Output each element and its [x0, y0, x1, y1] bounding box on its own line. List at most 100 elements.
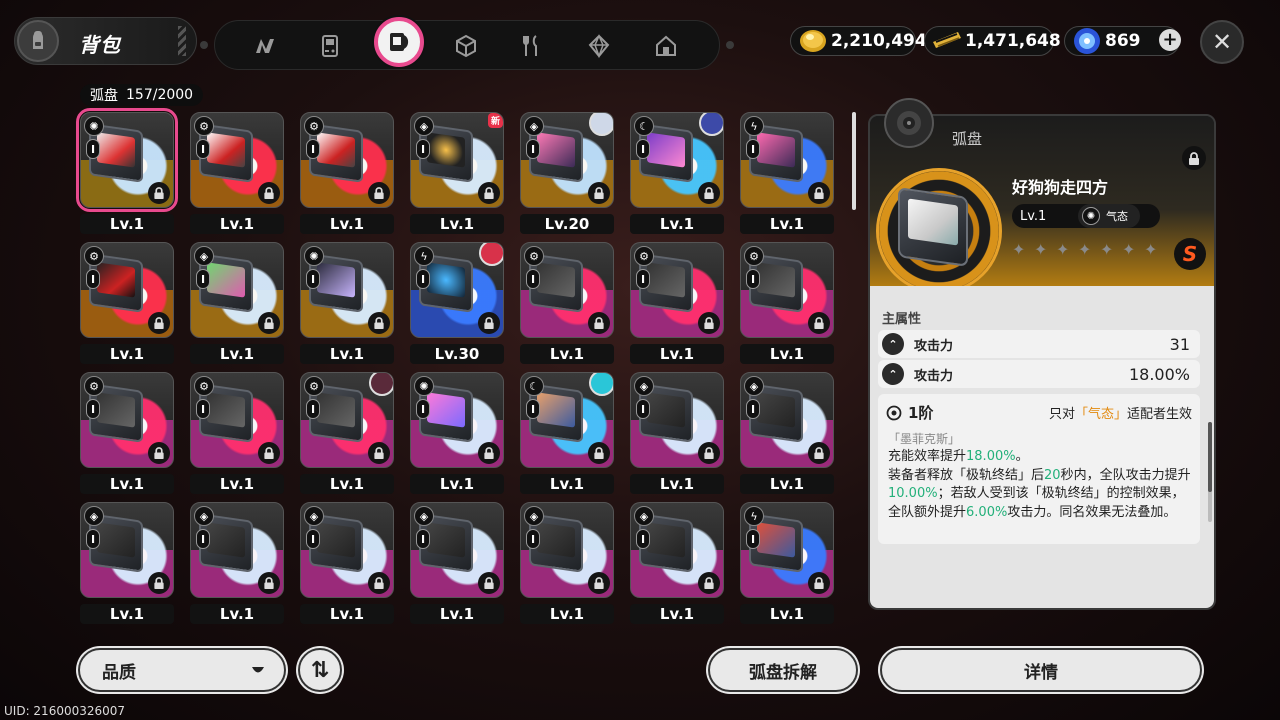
- disc-tile[interactable]: ⚙ I: [630, 242, 724, 338]
- lock-icon[interactable]: [698, 182, 720, 204]
- detail-scroll-thumb[interactable]: [1208, 422, 1212, 492]
- disc-card[interactable]: ⚙ I Lv.1: [296, 368, 396, 494]
- disc-card[interactable]: ◈ I Lv.1: [626, 368, 726, 494]
- lock-icon[interactable]: [588, 442, 610, 464]
- lock-icon[interactable]: [148, 312, 170, 334]
- tab-box[interactable]: [447, 27, 485, 65]
- disc-card[interactable]: ⚙ I Lv.1: [76, 238, 176, 364]
- lock-icon[interactable]: [258, 312, 280, 334]
- disc-tile[interactable]: ☾ I: [630, 112, 724, 208]
- details-button[interactable]: 详情: [880, 648, 1202, 692]
- lock-icon[interactable]: [258, 182, 280, 204]
- disc-card[interactable]: ϟ I Lv.1: [736, 108, 836, 234]
- disc-card[interactable]: ϟ I Lv.30: [406, 238, 506, 364]
- lock-icon[interactable]: [478, 442, 500, 464]
- lock-icon[interactable]: [588, 182, 610, 204]
- lock-icon[interactable]: [808, 312, 830, 334]
- disc-card[interactable]: ◈ I Lv.1: [736, 368, 836, 494]
- disc-tile[interactable]: ✺ I: [410, 372, 504, 468]
- lock-icon[interactable]: [258, 572, 280, 594]
- disc-tile[interactable]: ◈ I: [190, 502, 284, 598]
- close-button[interactable]: ✕: [1200, 20, 1244, 64]
- disc-card[interactable]: ✺ I Lv.1: [296, 238, 396, 364]
- disc-card[interactable]: ⚙ I Lv.1: [186, 368, 286, 494]
- disc-tile[interactable]: ϟI: [410, 242, 504, 338]
- lock-icon[interactable]: [368, 442, 390, 464]
- disc-tile[interactable]: ◈ I 新: [410, 112, 504, 208]
- tab-food[interactable]: [513, 27, 551, 65]
- lock-icon[interactable]: [808, 442, 830, 464]
- tab-disc[interactable]: [374, 17, 424, 67]
- detail-scrollbar[interactable]: [1208, 422, 1212, 522]
- disc-card[interactable]: ⚙ I Lv.1: [516, 238, 616, 364]
- disc-card[interactable]: ⚙ I Lv.1: [296, 108, 396, 234]
- sort-button[interactable]: ⇅: [298, 648, 342, 692]
- disc-tile[interactable]: ⚙ I: [300, 372, 394, 468]
- disc-card[interactable]: ◈ I Lv.1: [186, 498, 286, 624]
- lock-icon[interactable]: [148, 182, 170, 204]
- disc-tile[interactable]: ◈ I: [520, 502, 614, 598]
- lock-icon[interactable]: [698, 312, 720, 334]
- lock-icon[interactable]: [148, 442, 170, 464]
- disc-tile[interactable]: ⚙ I: [520, 242, 614, 338]
- lock-icon[interactable]: [698, 572, 720, 594]
- tab-material[interactable]: [580, 27, 618, 65]
- disc-tile[interactable]: ϟI: [740, 112, 834, 208]
- lock-icon[interactable]: [588, 572, 610, 594]
- disc-tile[interactable]: ◈ I: [630, 502, 724, 598]
- disc-tile[interactable]: ✺ I: [76, 108, 178, 212]
- grid-scroll-thumb[interactable]: [852, 112, 856, 210]
- lock-icon[interactable]: [368, 572, 390, 594]
- add-polychrome-button[interactable]: +: [1159, 29, 1181, 51]
- disc-card[interactable]: ◈ I Lv.1: [516, 498, 616, 624]
- disc-tile[interactable]: ◈ I: [80, 502, 174, 598]
- lock-icon[interactable]: [588, 312, 610, 334]
- dismantle-button[interactable]: 弧盘拆解: [708, 648, 858, 692]
- disc-card[interactable]: ✺ I Lv.1: [76, 108, 178, 234]
- disc-card[interactable]: ⚙ I Lv.1: [736, 238, 836, 364]
- lock-icon[interactable]: [368, 312, 390, 334]
- disc-tile[interactable]: ☾ I: [520, 372, 614, 468]
- lock-icon[interactable]: [808, 572, 830, 594]
- lock-icon[interactable]: [478, 572, 500, 594]
- disc-tile[interactable]: ◈ I: [520, 112, 614, 208]
- lock-icon[interactable]: [478, 312, 500, 334]
- disc-tile[interactable]: ϟI: [740, 502, 834, 598]
- disc-tile[interactable]: ⚙ I: [80, 242, 174, 338]
- disc-card[interactable]: ☾ I Lv.1: [626, 108, 726, 234]
- disc-card[interactable]: ϟ I Lv.1: [736, 498, 836, 624]
- tab-agent[interactable]: [246, 27, 284, 65]
- disc-card[interactable]: ◈ I Lv.1: [76, 498, 176, 624]
- lock-icon[interactable]: [478, 182, 500, 204]
- disc-card[interactable]: ⚙ I Lv.1: [186, 108, 286, 234]
- disc-tile[interactable]: ◈ I: [190, 242, 284, 338]
- lock-icon[interactable]: [368, 182, 390, 204]
- disc-tile[interactable]: ✺ I: [300, 242, 394, 338]
- tab-home[interactable]: [647, 27, 685, 65]
- disc-tile[interactable]: ⚙ I: [190, 372, 284, 468]
- disc-tile[interactable]: ⚙ I: [740, 242, 834, 338]
- disc-card[interactable]: ◈ I Lv.1: [186, 238, 286, 364]
- disc-card[interactable]: ◈ I Lv.20: [516, 108, 616, 234]
- disc-card[interactable]: ◈ I Lv.1: [626, 498, 726, 624]
- disc-tile[interactable]: ◈ I: [740, 372, 834, 468]
- disc-tile[interactable]: ◈ I: [300, 502, 394, 598]
- lock-icon[interactable]: [808, 182, 830, 204]
- tab-device[interactable]: [311, 27, 349, 65]
- lock-icon[interactable]: [698, 442, 720, 464]
- grid-scrollbar[interactable]: [851, 112, 857, 624]
- disc-tile[interactable]: ⚙ I: [300, 112, 394, 208]
- quality-filter-dropdown[interactable]: 品质: [78, 648, 286, 692]
- disc-card[interactable]: ✺ I Lv.1: [406, 368, 506, 494]
- disc-tile[interactable]: ◈ I: [630, 372, 724, 468]
- disc-tile[interactable]: ⚙ I: [190, 112, 284, 208]
- disc-card[interactable]: ⚙ I Lv.1: [626, 238, 726, 364]
- disc-card[interactable]: ◈ I 新 Lv.1: [406, 108, 506, 234]
- disc-card[interactable]: ⚙ I Lv.1: [76, 368, 176, 494]
- lock-icon[interactable]: [258, 442, 280, 464]
- disc-card[interactable]: ☾ I Lv.1: [516, 368, 616, 494]
- disc-tile[interactable]: ⚙ I: [80, 372, 174, 468]
- disc-tile[interactable]: ◈ I: [410, 502, 504, 598]
- disc-card[interactable]: ◈ I Lv.1: [406, 498, 506, 624]
- disc-card[interactable]: ◈ I Lv.1: [296, 498, 396, 624]
